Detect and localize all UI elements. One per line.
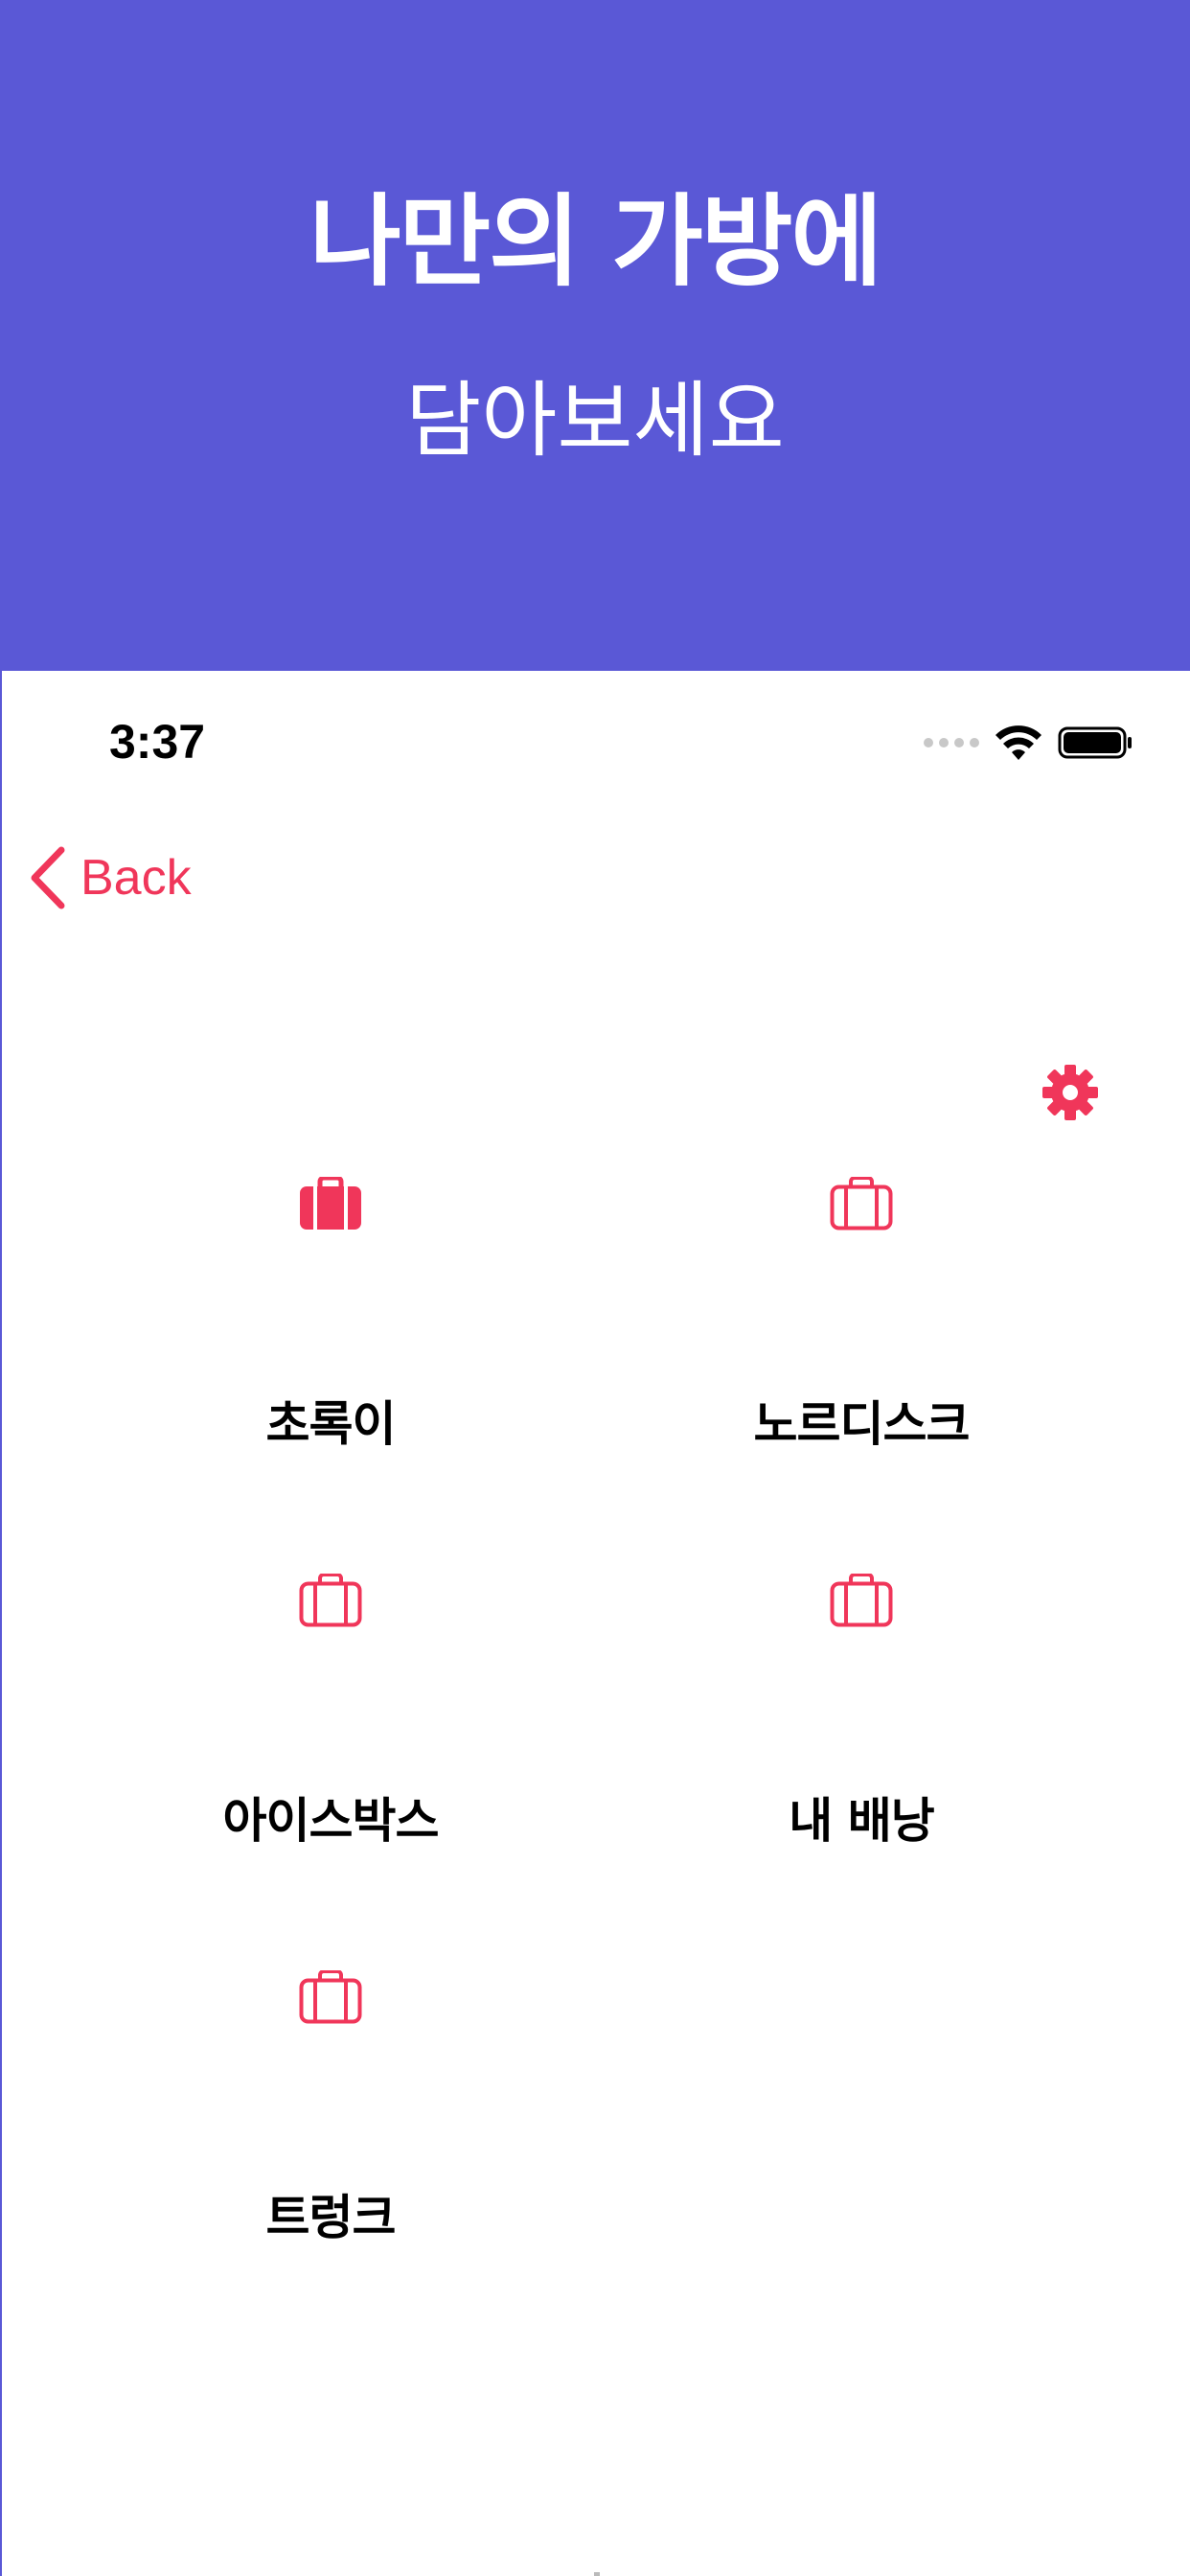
promo-headline: 나만의 가방에 (309, 183, 882, 300)
bag-name: 노르디스크 (753, 1396, 971, 1452)
bag-item[interactable]: 내 배낭 (651, 1574, 1072, 1852)
back-label: Back (80, 850, 192, 906)
bag-item[interactable]: 트렁크 (120, 1970, 541, 2248)
briefcase-filled-icon (300, 1177, 361, 1230)
bag-name: 트렁크 (265, 2190, 397, 2245)
status-time: 3:37 (109, 715, 206, 769)
back-button[interactable]: Back (29, 846, 192, 909)
briefcase-outline-icon (299, 1970, 362, 2024)
cellular-signal-icon (924, 738, 979, 748)
gear-icon[interactable] (1041, 1064, 1099, 1121)
home-indicator (594, 2572, 600, 2576)
briefcase-outline-icon (830, 1574, 893, 1627)
bag-item[interactable]: 아이스박스 (120, 1574, 541, 1852)
bag-name: 아이스박스 (222, 1793, 440, 1849)
promo-subheadline: 담아보세요 (405, 373, 785, 469)
wifi-icon (995, 725, 1041, 760)
bag-name: 초록이 (265, 1396, 397, 1452)
promo-banner: 나만의 가방에 담아보세요 (0, 0, 1190, 671)
briefcase-outline-icon (830, 1177, 893, 1230)
bag-item[interactable]: 초록이 (120, 1177, 541, 1455)
app-screen: 3:37 Back 초록이 노르디스크 아이스박스 내 배낭 트렁크 (2, 671, 1190, 2576)
bag-name: 내 배낭 (789, 1793, 934, 1849)
briefcase-outline-icon (299, 1574, 362, 1627)
battery-icon (1058, 726, 1132, 759)
bag-item[interactable]: 노르디스크 (651, 1177, 1072, 1455)
status-indicators (924, 724, 1134, 762)
chevron-left-icon (31, 846, 65, 909)
